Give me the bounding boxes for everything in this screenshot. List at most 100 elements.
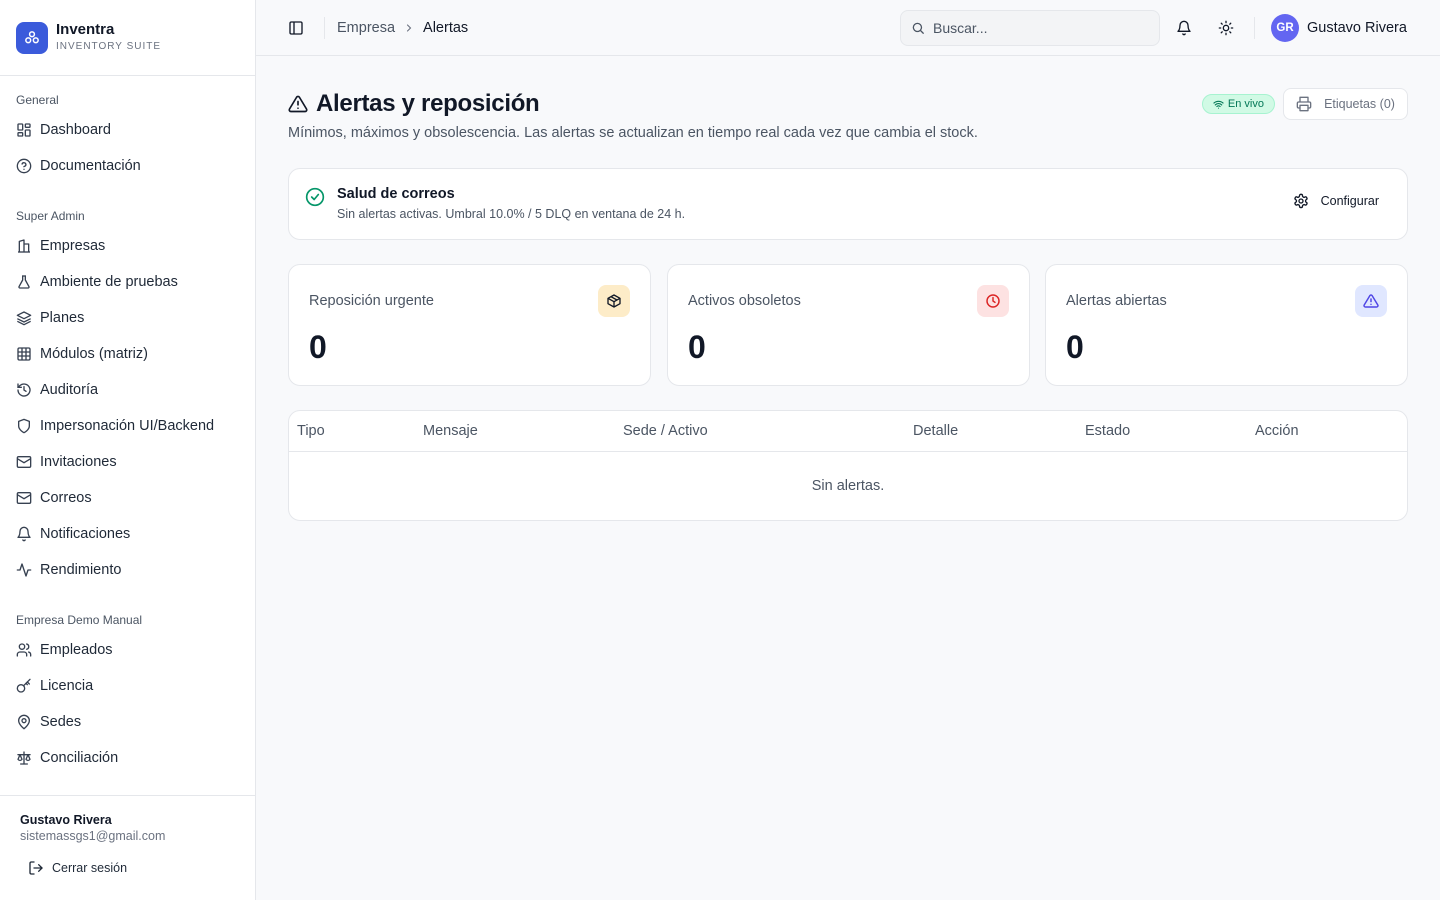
building-icon	[16, 238, 32, 254]
alerts-table: Tipo Mensaje Sede / Activo Detalle Estad…	[288, 410, 1408, 521]
alert-triangle-icon	[1355, 285, 1387, 317]
divider	[324, 16, 325, 39]
column-header-mensaje[interactable]: Mensaje	[423, 423, 478, 439]
flask-icon	[16, 274, 32, 290]
brand[interactable]: Inventra INVENTORY SUITE	[0, 0, 255, 76]
sidebar-item-auditoria[interactable]: Auditoría	[0, 372, 255, 408]
sidebar-item-licencia[interactable]: Licencia	[0, 668, 255, 704]
sidebar-item-modulos[interactable]: Módulos (matriz)	[0, 336, 255, 372]
table-header: Tipo Mensaje Sede / Activo Detalle Estad…	[289, 411, 1407, 452]
sidebar-item-ambiente-de-pruebas[interactable]: Ambiente de pruebas	[0, 264, 255, 300]
stat-value: 0	[688, 329, 706, 365]
sidebar-item-invitaciones[interactable]: Invitaciones	[0, 444, 255, 480]
bell-icon	[1176, 20, 1192, 36]
clock-icon	[977, 285, 1009, 317]
sidebar: Inventra INVENTORY SUITE General Dashboa…	[0, 0, 256, 900]
brand-name: Inventra	[56, 21, 115, 38]
page-title: Alertas y reposición	[316, 90, 540, 117]
layers-icon	[16, 310, 32, 326]
sidebar-toggle-button[interactable]	[282, 14, 310, 42]
sidebar-item-label: Rendimiento	[40, 562, 122, 578]
divider	[1254, 17, 1255, 39]
table-icon	[16, 346, 32, 362]
gear-icon	[1293, 193, 1309, 209]
stat-card-obsolete-assets: Activos obsoletos 0	[667, 264, 1030, 386]
wifi-icon	[1213, 99, 1224, 110]
sidebar-item-dashboard[interactable]: Dashboard	[0, 112, 255, 148]
table-empty-message: Sin alertas.	[811, 478, 885, 494]
print-labels-button[interactable]: Etiquetas (0)	[1283, 88, 1408, 120]
sidebar-item-planes[interactable]: Planes	[0, 300, 255, 336]
sidebar-item-documentacion[interactable]: Documentación	[0, 148, 255, 184]
sidebar-item-rendimiento[interactable]: Rendimiento	[0, 552, 255, 588]
user-menu-name[interactable]: Gustavo Rivera	[1307, 18, 1407, 38]
nav-group-title: Empresa Demo Manual	[16, 613, 143, 627]
avatar[interactable]: GR	[1271, 14, 1299, 42]
breadcrumb: Empresa Alertas	[337, 20, 468, 36]
mail-icon	[16, 454, 32, 470]
sidebar-item-label: Planes	[40, 310, 85, 326]
sidebar-item-label: Sedes	[40, 714, 82, 730]
sidebar-item-correos[interactable]: Correos	[0, 480, 255, 516]
sidebar-nav: General Dashboard Documentación Super Ad…	[0, 76, 255, 795]
sidebar-item-conciliacion[interactable]: Conciliación	[0, 740, 255, 776]
column-header-tipo[interactable]: Tipo	[297, 423, 325, 439]
sidebar-item-label: Licencia	[40, 678, 94, 694]
printer-icon	[1296, 96, 1312, 112]
package-icon	[598, 285, 630, 317]
nav-group-title: General	[16, 93, 59, 107]
sidebar-user-footer: Gustavo Rivera sistemassgs1@gmail.com Ce…	[0, 795, 255, 900]
column-header-detalle[interactable]: Detalle	[913, 423, 958, 439]
panel-left-icon	[288, 20, 304, 36]
log-out-icon	[28, 860, 44, 876]
column-header-accion[interactable]: Acción	[1255, 423, 1299, 439]
theme-toggle-button[interactable]	[1212, 14, 1240, 42]
search-input[interactable]	[933, 20, 1133, 36]
footer-user-email: sistemassgs1@gmail.com	[20, 829, 166, 843]
breadcrumb-parent[interactable]: Empresa	[337, 20, 395, 36]
stat-value: 0	[1066, 329, 1084, 365]
page-header: Alertas y reposición Mínimos, máximos y …	[288, 56, 1408, 168]
sidebar-item-label: Ambiente de pruebas	[40, 274, 178, 290]
brand-logo-icon	[16, 21, 48, 54]
scale-icon	[16, 750, 32, 766]
sidebar-item-empresas[interactable]: Empresas	[0, 228, 255, 264]
footer-user-name: Gustavo Rivera	[20, 813, 112, 827]
sidebar-item-label: Empleados	[40, 642, 113, 658]
sidebar-item-label: Módulos (matriz)	[40, 346, 148, 362]
sidebar-item-label: Empresas	[40, 238, 106, 254]
notifications-button[interactable]	[1170, 14, 1198, 42]
nav-group-title: Super Admin	[16, 209, 85, 223]
alert-triangle-icon	[288, 94, 308, 114]
search-icon	[911, 21, 925, 35]
column-header-sede-activo[interactable]: Sede / Activo	[623, 423, 708, 439]
sidebar-item-notificaciones[interactable]: Notificaciones	[0, 516, 255, 552]
print-labels-label: Etiquetas (0)	[1324, 97, 1395, 111]
stat-label: Alertas abiertas	[1066, 293, 1167, 309]
logout-label: Cerrar sesión	[52, 861, 128, 875]
stats-row: Reposición urgente 0 Activos obsoletos 0…	[288, 264, 1408, 386]
sidebar-item-label: Invitaciones	[40, 454, 117, 470]
sidebar-item-sedes[interactable]: Sedes	[0, 704, 255, 740]
column-header-estado[interactable]: Estado	[1085, 423, 1130, 439]
activity-icon	[16, 562, 32, 578]
mail-health-description: Sin alertas activas. Umbral 10.0% / 5 DL…	[337, 207, 686, 221]
stat-card-open-alerts: Alertas abiertas 0	[1045, 264, 1408, 386]
bell-icon	[16, 526, 32, 542]
stat-label: Reposición urgente	[309, 293, 434, 309]
logout-button[interactable]: Cerrar sesión	[28, 860, 235, 876]
stat-label: Activos obsoletos	[688, 293, 801, 309]
search-box[interactable]	[900, 10, 1160, 46]
stat-value: 0	[309, 329, 327, 365]
sidebar-item-label: Impersonación UI/Backend	[40, 418, 215, 434]
sidebar-item-impersonacion[interactable]: Impersonación UI/Backend	[0, 408, 255, 444]
live-status-badge: En vivo	[1201, 94, 1275, 114]
live-badge-label: En vivo	[1227, 98, 1264, 110]
sidebar-item-label: Auditoría	[40, 382, 99, 398]
configure-button[interactable]: Configurar	[1281, 187, 1391, 215]
help-circle-icon	[16, 158, 32, 174]
sidebar-item-empleados[interactable]: Empleados	[0, 632, 255, 668]
check-circle-icon	[305, 187, 325, 207]
mail-health-card: Salud de correos Sin alertas activas. Um…	[288, 168, 1408, 240]
users-icon	[16, 642, 32, 658]
